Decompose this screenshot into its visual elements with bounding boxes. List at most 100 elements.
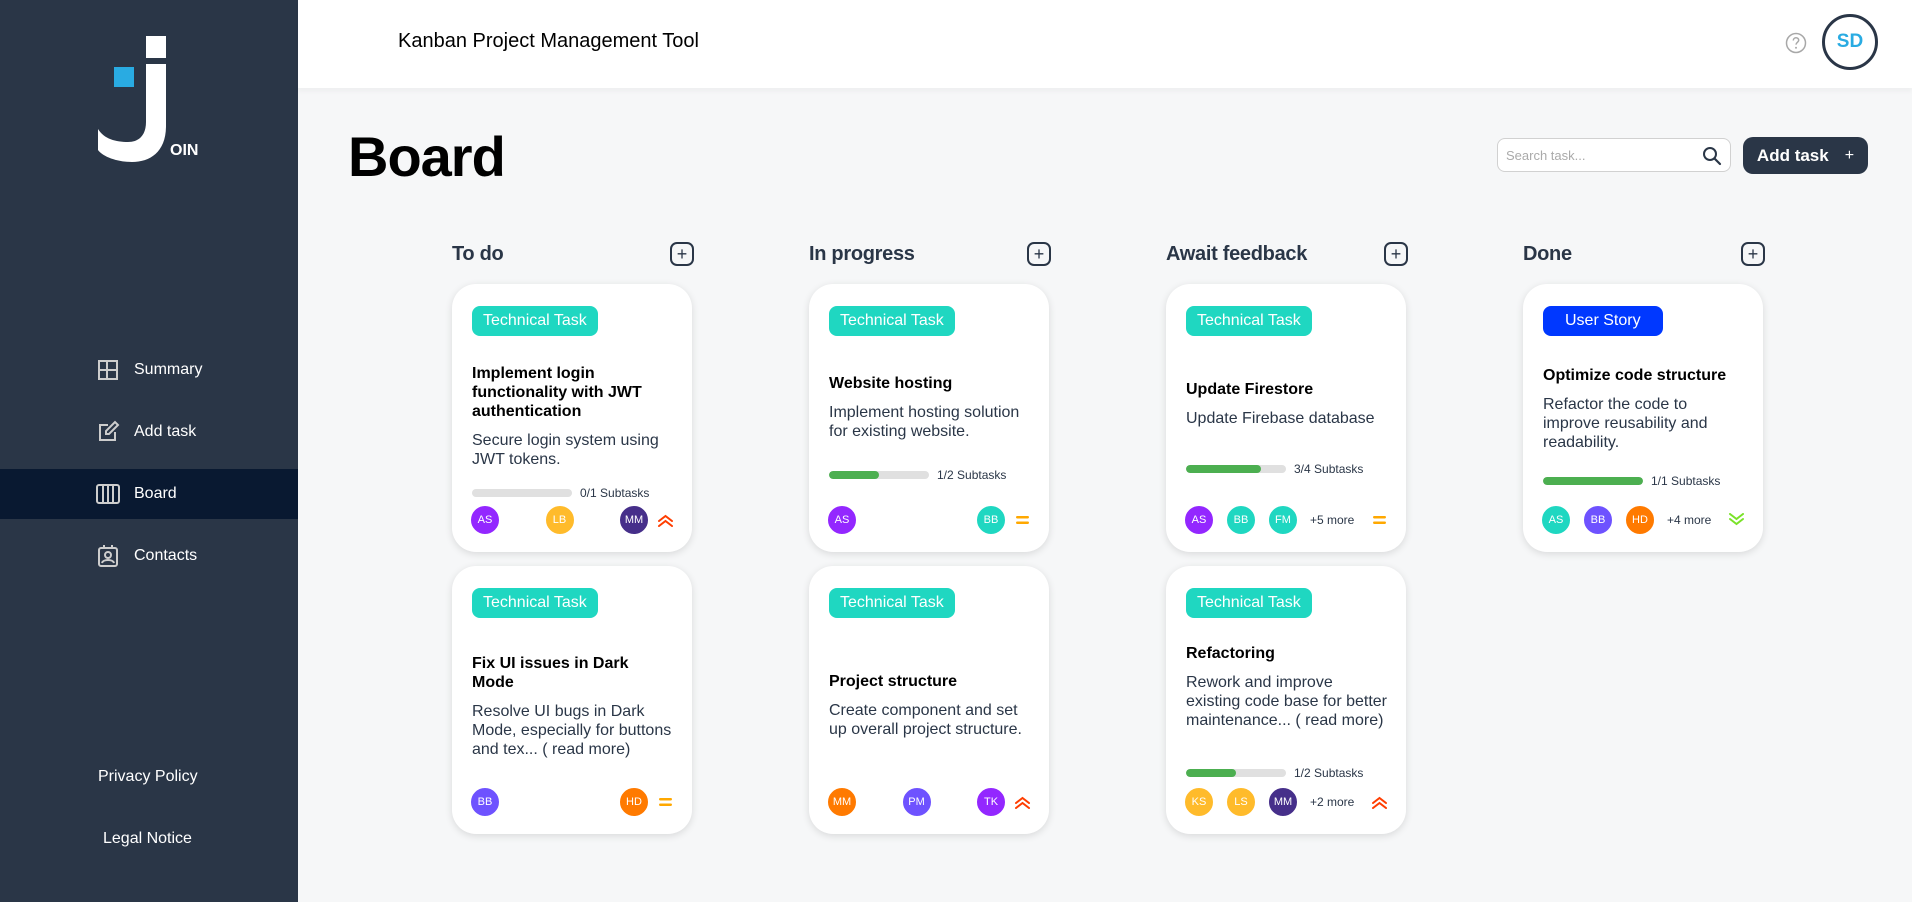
nav-label: Board: [134, 485, 177, 502]
nav-label: Add task: [134, 423, 197, 440]
card-title: Fix UI issues in Dark Mode: [472, 655, 629, 691]
card-description: Rework and improve existing code base fo…: [1186, 674, 1388, 729]
card-footer: AS BB HD +4 more: [1541, 504, 1745, 536]
contacts-icon: [96, 544, 120, 568]
task-card[interactable]: Technical Task Refactoring Rework and impr…: [1166, 566, 1406, 834]
assignee-list: AS BB FM +5 more: [1184, 505, 1363, 535]
column-add-button[interactable]: +: [1384, 242, 1408, 266]
column-title: Await feedback: [1166, 242, 1308, 265]
subtask-label: 1/2 Subtasks: [937, 468, 1007, 482]
card-title: Website hosting: [829, 375, 953, 392]
subtask-progress: 1/2 Subtasks: [829, 468, 1031, 482]
column-add-button[interactable]: +: [670, 242, 694, 266]
assignee-avatar: LB: [544, 505, 575, 535]
subtask-label: 3/4 Subtasks: [1294, 462, 1364, 476]
assignee-avatar: BB: [1226, 505, 1256, 535]
progress-bar: [1186, 769, 1286, 777]
progress-fill: [1543, 477, 1643, 485]
task-card[interactable]: User Story Optimize code structure Refacto…: [1523, 284, 1763, 552]
column-title: To do: [452, 242, 504, 265]
sidebar: OIN Summary Add task Board Contacts Priv…: [0, 0, 298, 902]
assignee-avatar: AS: [1184, 505, 1214, 535]
legal-notice-link[interactable]: Legal Notice: [0, 830, 298, 848]
progress-fill: [829, 471, 879, 479]
card-footer: AS LB MM: [470, 504, 674, 536]
assignee-list: KS LS MM +2 more: [1184, 787, 1363, 817]
column-in-progress: In progress + Technical Task Website host…: [809, 240, 1051, 834]
priority-urgent-icon: [657, 513, 674, 527]
category-badge: Technical Task: [1186, 588, 1312, 618]
column-todo: To do + Technical Task Implement login fu…: [452, 240, 694, 834]
card-description: Implement hosting solution for existing …: [829, 404, 1020, 440]
assignee-avatar: BB: [1583, 505, 1613, 535]
assignee-avatar: HD: [1625, 505, 1655, 535]
task-card[interactable]: Technical Task Implement login functional…: [452, 284, 692, 552]
category-badge: User Story: [1543, 306, 1663, 336]
subtask-progress: 1/2 Subtasks: [1186, 766, 1388, 780]
priority-low-icon: [1728, 513, 1745, 527]
progress-bar: [1186, 465, 1286, 473]
more-assignees: +4 more: [1667, 513, 1712, 527]
task-card[interactable]: Technical Task Fix UI issues in Dark Mode…: [452, 566, 692, 834]
privacy-policy-link[interactable]: Privacy Policy: [0, 768, 298, 786]
progress-bar: [1543, 477, 1643, 485]
nav-summary[interactable]: Summary: [0, 345, 298, 395]
assignee-avatar: MM: [619, 505, 649, 535]
assignee-avatar: LS: [1226, 787, 1256, 817]
task-card[interactable]: Technical Task Project structure Create co…: [809, 566, 1049, 834]
assignee-avatar: KS: [1184, 787, 1214, 817]
nav-board[interactable]: Board: [0, 469, 298, 519]
column-add-button[interactable]: +: [1027, 242, 1051, 266]
app-title: Kanban Project Management Tool: [398, 30, 699, 52]
assignee-avatar: AS: [1541, 505, 1571, 535]
nav-label: Summary: [134, 361, 203, 378]
column-add-button[interactable]: +: [1741, 242, 1765, 266]
assignee-avatar: AS: [470, 505, 500, 535]
card-description: Create component and set up overall proj…: [829, 702, 1022, 738]
card-content: Project structure Create component and se…: [829, 672, 1031, 739]
priority-urgent-icon: [1371, 795, 1388, 809]
card-title: Project structure: [829, 673, 958, 690]
task-card[interactable]: Technical Task Update Firestore Update Fir…: [1166, 284, 1406, 552]
assignee-list: MM PM TK: [827, 787, 1006, 817]
card-title: Optimize code structure: [1543, 367, 1727, 384]
card-footer: AS BB: [827, 504, 1031, 536]
search-icon[interactable]: [1702, 146, 1722, 166]
user-avatar[interactable]: SD: [1822, 14, 1878, 70]
add-task-label: Add task: [1756, 145, 1829, 165]
add-task-button[interactable]: Add task +: [1743, 137, 1868, 174]
priority-medium-icon: [1371, 513, 1388, 527]
join-logo[interactable]: OIN: [96, 34, 206, 164]
assignee-list: AS BB HD +4 more: [1541, 505, 1720, 535]
edit-icon: [96, 420, 120, 444]
board-icon: [96, 482, 120, 506]
progress-bar: [472, 489, 572, 497]
assignee-list: AS BB: [827, 505, 1006, 535]
nav-add-task[interactable]: Add task: [0, 407, 298, 457]
card-footer: MM PM TK: [827, 786, 1031, 818]
search-input[interactable]: [1498, 147, 1688, 163]
card-title: Implement login functionality with JWT a…: [472, 365, 642, 420]
main-nav: Summary Add task Board Contacts: [0, 345, 298, 593]
priority-urgent-icon: [1014, 795, 1031, 809]
category-badge: Technical Task: [472, 588, 598, 618]
card-title: Refactoring: [1186, 645, 1275, 662]
subtask-label: 1/1 Subtasks: [1651, 474, 1721, 488]
column-await-feedback: Await feedback + Technical Task Update Fi…: [1166, 240, 1408, 834]
nav-contacts[interactable]: Contacts: [0, 531, 298, 581]
card-description: Resolve UI bugs in Dark Mode, especially…: [472, 703, 672, 758]
progress-bar: [829, 471, 929, 479]
column-done: Done + User Story Optimize code structure…: [1523, 240, 1765, 552]
assignee-avatar: MM: [827, 787, 857, 817]
category-badge: Technical Task: [472, 306, 598, 336]
category-badge: Technical Task: [1186, 306, 1312, 336]
help-icon[interactable]: [1784, 31, 1808, 55]
task-card[interactable]: Technical Task Website hosting Implement h…: [809, 284, 1049, 552]
plus-icon: +: [1844, 146, 1855, 164]
priority-medium-icon: [657, 795, 674, 809]
more-assignees: +5 more: [1310, 513, 1355, 527]
assignee-avatar: PM: [901, 787, 932, 817]
assignee-avatar: BB: [976, 505, 1006, 535]
page-title: Board: [348, 125, 506, 188]
card-description: Refactor the code to improve reusability…: [1543, 396, 1708, 451]
